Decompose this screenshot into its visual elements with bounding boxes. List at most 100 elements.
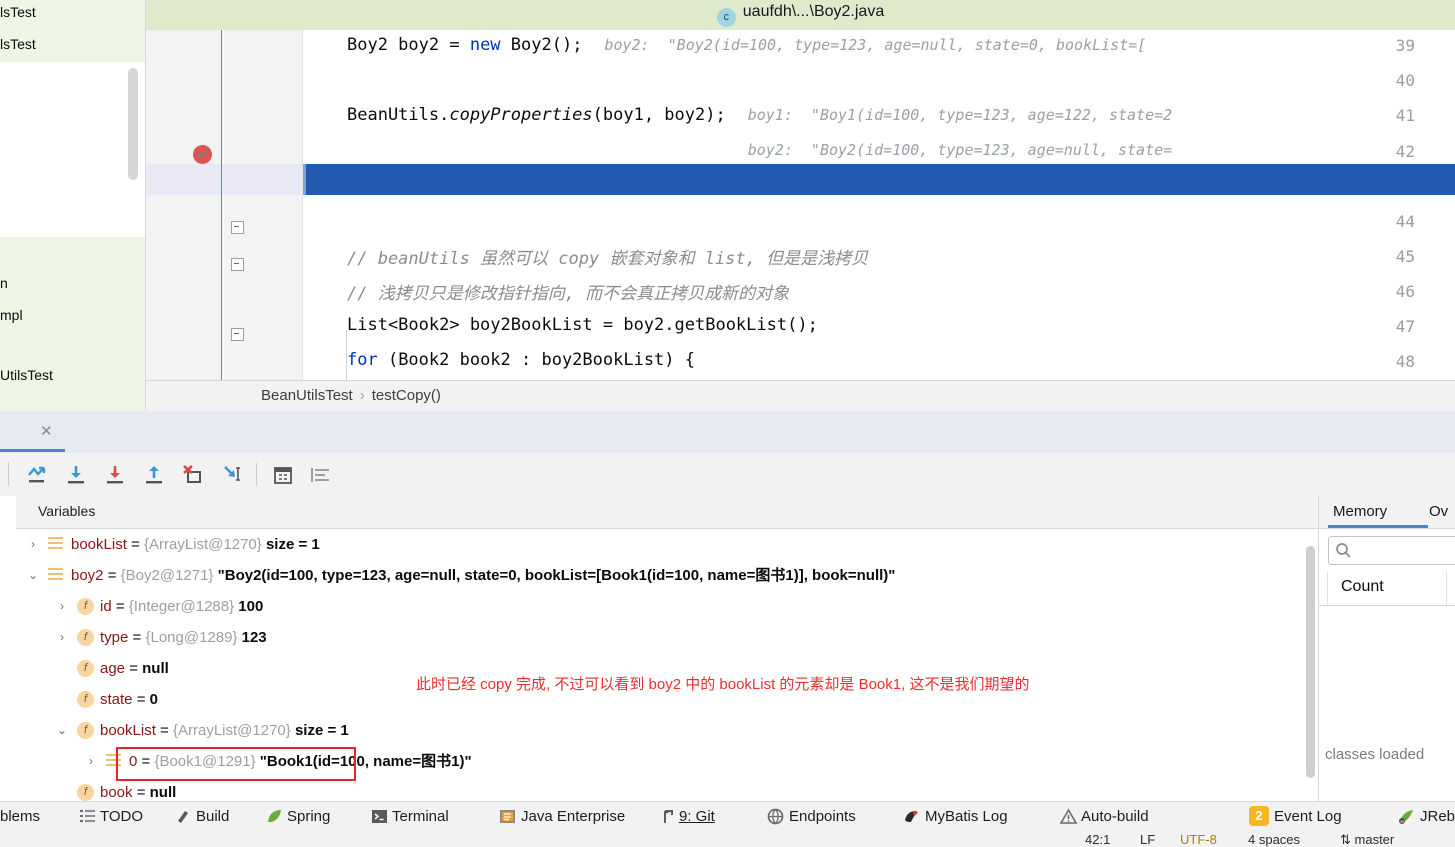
java-class-icon: c [716,8,736,27]
variable-name: book [100,784,133,801]
code-text: Boy2(); [500,35,583,55]
step-into-icon[interactable] [63,462,89,488]
status-item-git[interactable]: 9: Git [679,808,715,825]
column-count-label: Count [1341,578,1384,595]
status-item-event-log[interactable]: Event Log [1274,808,1342,825]
code-text: (boy1, boy2); [592,105,726,125]
breadcrumb[interactable]: BeanUtilsTest › testCopy() [146,380,1455,412]
current-line-gutter-highlight [146,164,302,195]
expand-chevron-icon[interactable]: › [55,591,69,622]
memory-tab-strip[interactable]: Memory Ov [1319,496,1455,529]
breakpoint-icon[interactable] [193,145,212,164]
column-divider [1446,572,1447,605]
code-line-42[interactable]: System.out.println("boy2 = " + boy2); boy… [303,140,1172,160]
variables-scrollbar[interactable] [1306,546,1315,778]
status-item-terminal[interactable]: Terminal [392,808,449,825]
code-line-41[interactable]: BeanUtils.copyProperties(boy1, boy2); boy… [303,105,1172,125]
line-number: 46 [1395,282,1415,301]
line-number: 45 [1395,247,1415,266]
breadcrumb-method[interactable]: testCopy() [372,387,441,404]
close-icon[interactable]: ✕ [40,422,53,440]
status-item-spring[interactable]: Spring [287,808,330,825]
field-value-icon: f [77,691,94,708]
field-value-icon: f [77,629,94,646]
force-step-into-icon[interactable] [102,462,128,488]
project-tree-clipped[interactable]: lsTest lsTest n mpl UtilsTest [0,0,146,414]
git-icon [661,808,678,825]
equals-sign: = [125,660,143,677]
status-item-jrebel[interactable]: JRebe [1420,808,1455,825]
expand-chevron-icon[interactable]: › [55,622,69,653]
tab-memory[interactable]: Memory [1333,503,1387,520]
fold-marker-icon[interactable] [231,258,244,271]
fold-marker-icon[interactable] [231,328,244,341]
memory-panel[interactable]: Memory Ov Count classes loaded [1318,496,1455,801]
step-out-icon[interactable] [141,462,167,488]
code-line-46[interactable]: List<Book2> boy2BookList = boy2.getBookL… [303,315,818,335]
terminal-icon [371,808,388,825]
collapse-chevron-icon[interactable]: ⌄ [55,715,69,746]
memory-search-input[interactable] [1328,536,1455,565]
build-icon [175,808,192,825]
status-item-todo[interactable]: TODO [100,808,143,825]
current-line-marker [303,164,306,195]
tree-item[interactable]: mpl [0,307,23,323]
status-item-java-enterprise[interactable]: Java Enterprise [521,808,625,825]
line-number-gutter[interactable] [146,30,223,380]
caret-position[interactable]: 42:1 [1085,832,1110,847]
line-number: 41 [1395,106,1415,125]
step-over-icon[interactable] [24,462,50,488]
breadcrumb-class[interactable]: BeanUtilsTest [261,387,353,404]
expand-chevron-icon[interactable]: › [26,529,40,560]
code-editor[interactable]: 39 40 41 42 43 44 45 46 47 48 Boy2 boy2 … [146,30,1455,380]
toolbar-divider [8,462,9,486]
variable-name: id [100,598,112,615]
tree-item[interactable]: n [0,275,8,291]
code-line-44[interactable]: // beanUtils 虽然可以 copy 嵌套对象和 list, 但是是浅拷… [303,244,868,269]
status-item-problems[interactable]: blems [0,808,40,825]
status-item-build[interactable]: Build [196,808,229,825]
inline-debug-hint: boy1: "Boy1(id=100, type=123, age=122, s… [747,106,1173,124]
vcs-branch[interactable]: ⇅ master [1340,832,1394,847]
status-bar[interactable]: blems TODO Build Spring Terminal Java En… [0,801,1455,832]
fold-marker-icon[interactable] [231,221,244,234]
field-value-icon: f [77,784,94,801]
line-separator[interactable]: LF [1140,832,1155,847]
debug-tab-strip[interactable]: opy ✕ [0,411,1455,453]
tree-item[interactable]: UtilsTest [0,367,53,383]
variable-value: size = 1 [265,536,320,553]
collapse-chevron-icon[interactable]: ⌄ [26,560,40,591]
tab-overhead[interactable]: Ov [1429,503,1448,520]
file-encoding[interactable]: UTF-8 [1180,832,1217,847]
code-line-47[interactable]: for (Book2 book2 : boy2BookList) { [303,350,695,370]
event-log-badge: 2 [1249,806,1269,826]
code-text: (Book2 book2 : boy2BookList) { [377,350,695,370]
drop-frame-icon[interactable] [180,462,206,488]
line-number: 39 [1395,36,1415,55]
method-name: copyProperties [449,105,593,125]
status-item-endpoints[interactable]: Endpoints [789,808,856,825]
breadcrumb-separator-icon: › [359,387,365,404]
variable-value: 0 [149,691,158,708]
mybatis-icon [903,808,920,825]
code-line-39[interactable]: Boy2 boy2 = new Boy2(); boy2: "Boy2(id=10… [303,35,1146,55]
variable-reference: {ArrayList@1270} [172,722,295,739]
tree-item[interactable]: lsTest [0,4,36,20]
debug-toolbar[interactable] [0,453,1455,497]
status-item-auto-build[interactable]: Auto-build [1081,808,1149,825]
active-tab-underline [1328,525,1428,528]
evaluate-expression-icon[interactable] [270,462,296,488]
memory-column-header[interactable]: Count [1319,572,1455,606]
todo-icon [79,808,96,825]
code-line-45[interactable]: // 浅拷贝只是修改指针指向, 而不会真正拷贝成新的对象 [303,279,789,304]
expand-chevron-icon[interactable]: › [84,746,98,777]
tree-scrollbar[interactable] [128,68,138,180]
status-item-mybatis-log[interactable]: MyBatis Log [925,808,1008,825]
editor-status-line[interactable]: 42:1 LF UTF-8 4 spaces ⇅ master [0,831,1455,847]
keyword-for: for [347,350,378,370]
annotation-highlight-box [116,747,356,781]
tree-item[interactable]: lsTest [0,36,36,52]
run-to-cursor-icon[interactable] [219,462,245,488]
show-values-inline-icon[interactable] [309,462,335,488]
indent-setting[interactable]: 4 spaces [1248,832,1300,847]
